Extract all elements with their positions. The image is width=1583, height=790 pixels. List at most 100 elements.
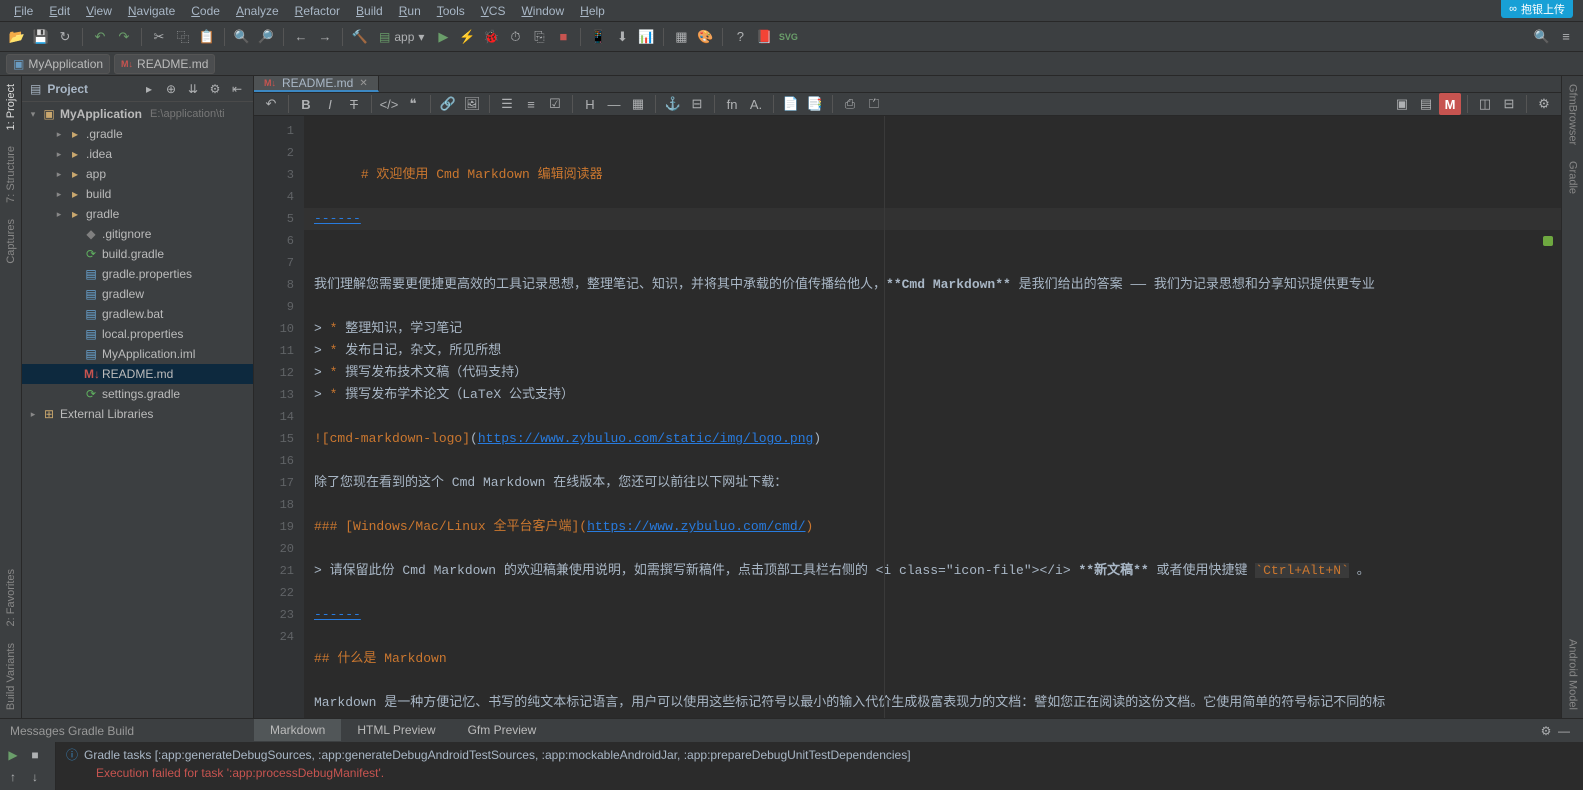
tree-item-settings-gradle[interactable]: ⟳settings.gradle [22,384,253,404]
bold-icon[interactable]: B [295,93,317,115]
anchor-icon[interactable]: ⚓ [662,93,684,115]
tree-item-gradle[interactable]: ▸▸gradle [22,204,253,224]
hr-icon[interactable]: — [603,93,625,115]
menu-window[interactable]: Window [513,2,572,20]
tree-item--idea[interactable]: ▸▸.idea [22,144,253,164]
breadcrumb-file[interactable]: M↓ README.md [114,54,215,74]
menu-refactor[interactable]: Refactor [287,2,348,20]
tool-tab-structure[interactable]: 7: Structure [3,138,19,211]
tree-item-app[interactable]: ▸▸app [22,164,253,184]
menu-file[interactable]: File [6,2,41,20]
run-configuration[interactable]: ▤ app ▾ [373,28,430,46]
line-1[interactable]: # 欢迎使用 Cmd Markdown 编辑阅读器 [361,167,603,182]
make-icon[interactable]: 🔨 [349,26,371,48]
tool-tab-gradle[interactable]: Gradle [1565,153,1581,202]
forward-icon[interactable]: → [314,26,336,48]
code-area[interactable]: # 欢迎使用 Cmd Markdown 编辑阅读器 ------ 我们理解您需要… [304,116,1561,718]
paste-icon[interactable]: 📋 [196,26,218,48]
pdf-icon[interactable]: 📑 [804,93,826,115]
tool-tab-project[interactable]: 1: Project [3,76,19,138]
line-12[interactable]: ![cmd-markdown-logo](https://www.zybuluo… [314,431,821,446]
find-icon[interactable]: 🔍 [231,26,253,48]
search-everywhere-icon[interactable]: 🔍 [1531,26,1553,48]
link-icon[interactable]: 🔗 [437,93,459,115]
tool-tab-build-variants[interactable]: Build Variants [3,635,19,718]
tool-tab-favorites[interactable]: 2: Favorites [3,561,19,634]
open-icon[interactable]: 📂 [6,26,28,48]
down-icon[interactable]: ↓ [26,768,44,786]
stop-icon[interactable]: ■ [552,26,574,48]
line-5[interactable]: 我们理解您需要更便捷更高效的工具记录思想，整理笔记、知识，并将其中承载的价值传播… [314,277,1375,292]
line-14[interactable]: 除了您现在看到的这个 Cmd Markdown 在线版本，您还可以前往以下网址下… [314,475,787,490]
menu-help[interactable]: Help [572,2,613,20]
debug-icon[interactable]: 🐞 [480,26,502,48]
undo-icon[interactable]: ↶ [89,26,111,48]
menu-edit[interactable]: Edit [41,2,78,20]
tree-item-README-md[interactable]: M↓README.md [22,364,253,384]
theme-icon[interactable]: 🎨 [694,26,716,48]
menu-navigate[interactable]: Navigate [120,2,183,20]
replace-icon[interactable]: 🔎 [255,26,277,48]
stop-icon[interactable]: ■ [26,746,44,764]
table-icon[interactable]: ▦ [627,93,649,115]
menu-code[interactable]: Code [183,2,228,20]
gear-icon[interactable]: ⚙ [207,82,223,96]
avd-icon[interactable]: 📱 [587,26,609,48]
line-10[interactable]: > * 撰写发布学术论文（LaTeX 公式支持） [314,387,574,402]
code-icon[interactable]: </> [378,93,400,115]
tab-gfm-preview[interactable]: Gfm Preview [452,719,553,741]
view-markdown-icon[interactable]: M [1439,93,1461,115]
line-24[interactable]: Markdown 是一种方便记忆、书写的纯文本标记语言，用户可以使用这些标记符号… [314,695,1385,710]
tree-root[interactable]: ▾ ▣ MyApplication E:\application\ti [22,104,253,124]
editor-body[interactable]: 123456789101112131415161718192021222324 … [254,116,1561,718]
tree-item-gradle-properties[interactable]: ▤gradle.properties [22,264,253,284]
tool-tab-gfmbrowser[interactable]: GfmBrowser [1565,76,1581,153]
redo-icon[interactable]: ↷ [113,26,135,48]
view2-icon[interactable]: ▤ [1415,93,1437,115]
back-icon[interactable]: ← [290,26,312,48]
more2-icon[interactable]: ⏍ [863,93,885,115]
abbr-icon[interactable]: A. [745,93,767,115]
tool-tab-android-model[interactable]: Android Model [1565,631,1581,718]
fn-icon[interactable]: fn [721,93,743,115]
tree-item--gradle[interactable]: ▸▸.gradle [22,124,253,144]
tree-item-gradlew-bat[interactable]: ▤gradlew.bat [22,304,253,324]
line-22[interactable]: ## 什么是 Markdown [314,651,447,666]
h1-icon[interactable]: H [579,93,601,115]
tool-tab-captures[interactable]: Captures [3,211,19,272]
close-icon[interactable]: ✕ [359,78,367,89]
menu-build[interactable]: Build [348,2,391,20]
line-8[interactable]: > * 发布日记，杂文，所见所想 [314,343,501,358]
tree-item-MyApplication-iml[interactable]: ▤MyApplication.iml [22,344,253,364]
strike-icon[interactable]: T [343,93,365,115]
menu-icon[interactable]: ≡ [1555,26,1577,48]
project-tree[interactable]: ▾ ▣ MyApplication E:\application\ti ▸▸.g… [22,102,253,718]
toc-icon[interactable]: ⊟ [686,93,708,115]
svg-icon[interactable]: SVG [777,26,799,48]
tree-item-gradlew[interactable]: ▤gradlew [22,284,253,304]
up-icon[interactable]: ↑ [4,768,22,786]
breadcrumb-project[interactable]: ▣ MyApplication [6,54,110,74]
help-icon[interactable]: ? [729,26,751,48]
inspection-indicator[interactable] [1543,236,1553,246]
copy-icon[interactable]: ⿻ [172,26,194,48]
split-v-icon[interactable]: ⊟ [1498,93,1520,115]
tab-markdown[interactable]: Markdown [254,719,341,741]
line-20[interactable]: ------ [314,607,361,622]
ddms-icon[interactable]: 📊 [635,26,657,48]
minimize-icon[interactable]: — [1555,724,1573,738]
italic-icon[interactable]: I [319,93,341,115]
menu-run[interactable]: Run [391,2,429,20]
editor-tab-readme[interactable]: M↓ README.md ✕ [254,76,379,92]
tree-item--gitignore[interactable]: ◆.gitignore [22,224,253,244]
doc-icon[interactable]: 📄 [780,93,802,115]
hide-icon[interactable]: ⇤ [229,82,245,96]
menu-analyze[interactable]: Analyze [228,2,287,20]
undo-md-icon[interactable]: ↶ [260,93,282,115]
ol-icon[interactable]: ≡ [520,93,542,115]
settings-md-icon[interactable]: ⚙ [1533,93,1555,115]
profile-icon[interactable]: ⏱ [504,26,526,48]
chevron-right-icon[interactable]: ▸ [141,82,157,96]
tab-html-preview[interactable]: HTML Preview [341,719,451,741]
view1-icon[interactable]: ▣ [1391,93,1413,115]
